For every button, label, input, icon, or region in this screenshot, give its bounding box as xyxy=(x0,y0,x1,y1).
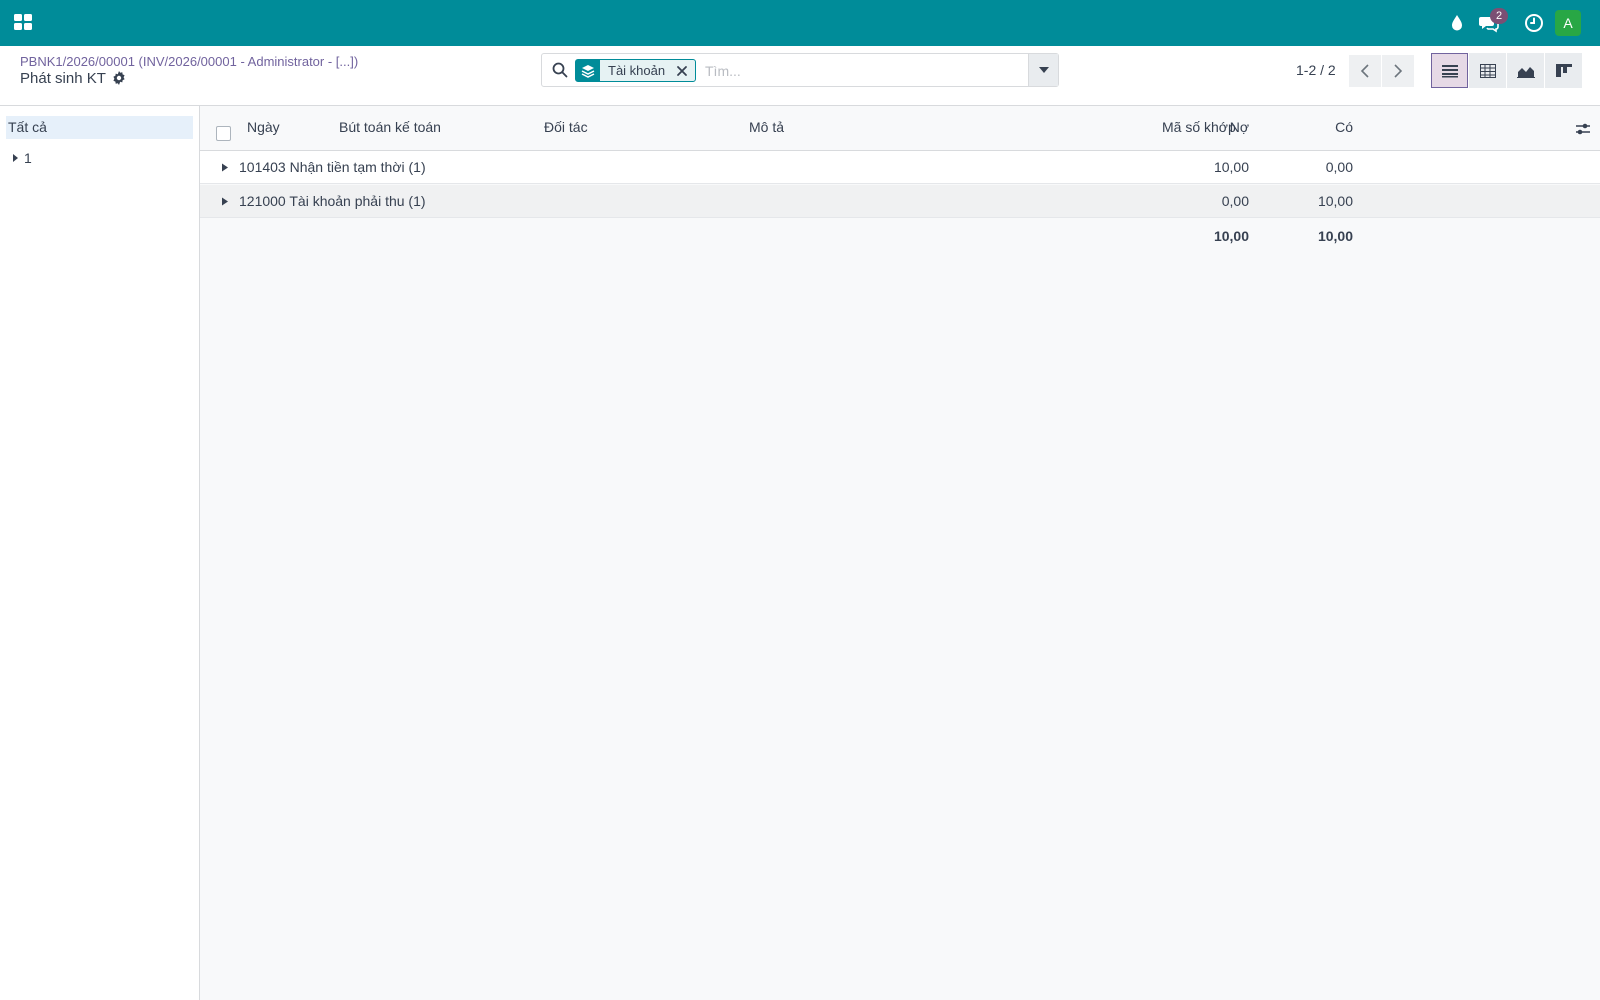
group-credit: 10,00 xyxy=(1317,193,1353,209)
pager-previous-button[interactable] xyxy=(1349,55,1381,87)
messages-badge: 2 xyxy=(1490,8,1508,24)
caret-right-icon xyxy=(222,197,228,206)
clock-icon[interactable] xyxy=(1523,12,1545,34)
search-facet-account[interactable]: Tài khoản xyxy=(575,59,697,82)
group-row[interactable]: 101403 Nhận tiền tạm thời (1) 10,00 0,00 xyxy=(200,151,1600,184)
column-header-move[interactable]: Bút toán kế toán xyxy=(339,119,441,135)
kanban-icon xyxy=(1555,63,1572,77)
drop-icon[interactable] xyxy=(1446,12,1468,34)
group-row[interactable]: 121000 Tài khoản phải thu (1) 0,00 10,00 xyxy=(200,185,1600,218)
side-panel: Tất cả 1 xyxy=(0,106,200,1000)
caret-right-icon xyxy=(222,163,228,172)
view-pivot-button[interactable] xyxy=(1469,53,1506,88)
side-item-1[interactable]: 1 xyxy=(10,148,32,168)
select-all-checkbox[interactable] xyxy=(216,126,231,141)
optional-columns-icon[interactable] xyxy=(1574,120,1592,138)
chevron-left-icon xyxy=(1360,64,1369,78)
top-navbar: 2 A xyxy=(0,0,1600,46)
control-panel: PBNK1/2026/00001 (INV/2026/00001 - Admin… xyxy=(0,46,1600,106)
pager-value[interactable]: 1-2 / 2 xyxy=(1296,62,1336,78)
breadcrumb-link[interactable]: PBNK1/2026/00001 (INV/2026/00001 - Admin… xyxy=(20,54,358,69)
view-graph-button[interactable] xyxy=(1507,53,1544,88)
search-icon[interactable] xyxy=(552,62,568,78)
user-avatar[interactable]: A xyxy=(1555,10,1581,36)
column-header-partner[interactable]: Đối tác xyxy=(544,119,588,135)
total-debit: 10,00 xyxy=(1213,228,1249,244)
list-view: Ngày Bút toán kế toán Đối tác Mô tả Nợ C… xyxy=(200,106,1600,1000)
gear-icon[interactable] xyxy=(111,70,127,86)
pager-next-button[interactable] xyxy=(1382,55,1414,87)
close-icon[interactable] xyxy=(673,62,691,80)
pivot-table-icon xyxy=(1479,63,1496,78)
caret-right-icon xyxy=(13,154,18,162)
total-credit: 10,00 xyxy=(1317,228,1353,244)
side-item-label: 1 xyxy=(24,150,32,166)
search-input[interactable] xyxy=(705,60,1005,82)
area-chart-icon xyxy=(1516,66,1535,78)
group-debit: 0,00 xyxy=(1221,193,1249,209)
group-name: 101403 Nhận tiền tạm thời (1) xyxy=(239,159,426,175)
facet-label: Tài khoản xyxy=(608,63,666,78)
chevron-right-icon xyxy=(1394,64,1403,78)
column-header-matching[interactable]: Mã số khớp xyxy=(1162,119,1236,135)
group-debit: 10,00 xyxy=(1213,159,1249,175)
view-list-button[interactable] xyxy=(1431,53,1468,88)
caret-down-icon xyxy=(1038,67,1049,73)
page-title: Phát sinh KT xyxy=(20,70,106,87)
layers-icon xyxy=(576,60,600,81)
search-bar: Tài khoản xyxy=(541,53,1059,87)
column-header-date[interactable]: Ngày xyxy=(247,119,280,135)
apps-grid-icon[interactable] xyxy=(13,12,33,32)
group-credit: 0,00 xyxy=(1325,159,1353,175)
list-icon xyxy=(1441,64,1458,77)
column-header-description[interactable]: Mô tả xyxy=(749,119,784,135)
group-name: 121000 Tài khoản phải thu (1) xyxy=(239,193,426,209)
view-kanban-button[interactable] xyxy=(1545,53,1582,88)
column-header-credit[interactable]: Có xyxy=(1335,119,1353,135)
list-header: Ngày Bút toán kế toán Đối tác Mô tả Nợ C… xyxy=(200,106,1600,151)
side-item-all[interactable]: Tất cả xyxy=(6,116,193,139)
totals-row: 10,00 10,00 xyxy=(200,218,1600,252)
search-options-toggle[interactable] xyxy=(1028,54,1058,86)
